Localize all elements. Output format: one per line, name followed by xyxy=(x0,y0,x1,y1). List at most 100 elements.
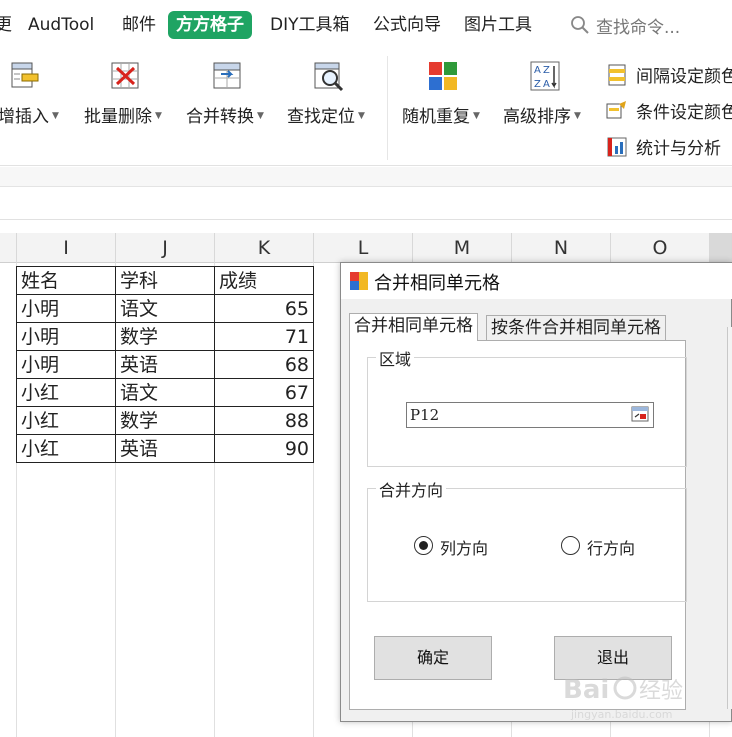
menu-item-fangfanggezi[interactable]: 方方格子 xyxy=(168,11,252,39)
column-header-m[interactable]: M xyxy=(413,233,512,263)
formula-bar[interactable] xyxy=(0,188,732,220)
table-cell[interactable]: 英语 xyxy=(115,434,215,463)
table-cell[interactable]: 65 xyxy=(214,294,314,323)
statistics-icon xyxy=(607,137,627,157)
column-header-n[interactable]: N xyxy=(512,233,611,263)
advanced-sort-icon: A Z Z A xyxy=(530,61,560,91)
table-cell[interactable]: 小红 xyxy=(16,378,116,407)
ribbon: 增插入 ▼ 批量删除 ▼ 合并转换 ▼ 查找定位 ▼ 随机重复 ▼ A Z Z … xyxy=(0,50,732,166)
table-cell[interactable]: 小明 xyxy=(16,322,116,351)
interval-color-icon xyxy=(608,64,626,86)
table-cell[interactable]: 成绩 xyxy=(214,266,314,295)
svg-text:Z: Z xyxy=(534,79,541,90)
table-cell[interactable]: 小红 xyxy=(16,434,116,463)
ribbon-condition-color-button[interactable]: 条件设定颜色 xyxy=(606,98,732,124)
table-cell[interactable]: 67 xyxy=(214,378,314,407)
column-header-row: I J K L M N O xyxy=(0,233,732,263)
dialog-side-panel-edge xyxy=(727,327,732,709)
ribbon-batch-delete-label: 批量删除 xyxy=(84,107,152,127)
table-cell[interactable]: 88 xyxy=(214,406,314,435)
ribbon-merge-convert-button[interactable]: 合并转换 ▼ xyxy=(186,50,278,166)
ribbon-advanced-sort-label: 高级排序 xyxy=(503,107,571,127)
merge-direction-group: 合并方向 列方向 行方向 xyxy=(367,477,687,602)
table-cell[interactable]: 英语 xyxy=(115,350,215,379)
svg-text:经验: 经验 xyxy=(639,679,683,704)
column-header-o[interactable]: O xyxy=(611,233,710,263)
search-icon xyxy=(571,16,589,34)
menu-item-mail[interactable]: 邮件 xyxy=(122,13,156,37)
menu-item-audtool[interactable]: AudTool xyxy=(28,13,94,37)
svg-text:Z: Z xyxy=(543,65,550,76)
chevron-down-icon: ▼ xyxy=(574,111,581,121)
table-cell[interactable]: 学科 xyxy=(115,266,215,295)
merge-same-cells-dialog: 合并相同单元格 合并相同单元格 按条件合并相同单元格 区域 P12 合并方向 列… xyxy=(340,262,732,722)
ribbon-statistics-label: 统计与分析 xyxy=(636,139,721,159)
table-row: 小红 数学 88 xyxy=(16,406,314,435)
column-header-k[interactable]: K xyxy=(215,233,314,263)
table-cell[interactable]: 68 xyxy=(214,350,314,379)
table-row: 小明 英语 68 xyxy=(16,350,314,379)
svg-text:Bai: Bai xyxy=(563,675,609,705)
svg-text:jingyan.baidu.com: jingyan.baidu.com xyxy=(570,708,673,721)
tab-conditional-merge[interactable]: 按条件合并相同单元格 xyxy=(486,315,666,341)
insert-icon xyxy=(11,62,39,88)
ribbon-random-repeat-button[interactable]: 随机重复 ▼ xyxy=(402,50,490,166)
ok-button[interactable]: 确定 xyxy=(374,636,492,680)
chevron-down-icon: ▼ xyxy=(358,111,365,121)
chevron-down-icon: ▼ xyxy=(155,111,162,121)
region-input-value: P12 xyxy=(410,406,440,424)
condition-color-icon xyxy=(606,101,626,119)
formula-strip xyxy=(0,167,732,187)
column-header-partial[interactable] xyxy=(0,233,17,263)
column-header-i[interactable]: I xyxy=(17,233,116,263)
table-row: 小明 语文 65 xyxy=(16,294,314,323)
svg-text:A: A xyxy=(543,79,550,90)
table-cell[interactable]: 语文 xyxy=(115,294,215,323)
table-cell[interactable]: 数学 xyxy=(115,322,215,351)
ribbon-find-locate-button[interactable]: 查找定位 ▼ xyxy=(287,50,379,166)
ribbon-statistics-button[interactable]: 统计与分析 xyxy=(606,134,732,160)
menu-item-more[interactable]: 更 xyxy=(0,13,12,37)
table-cell[interactable]: 姓名 xyxy=(16,266,116,295)
ribbon-find-locate-label: 查找定位 xyxy=(287,107,355,127)
column-header-j[interactable]: J xyxy=(116,233,215,263)
chevron-down-icon: ▼ xyxy=(257,111,264,121)
radio-row-label: 行方向 xyxy=(587,539,636,558)
table-row: 小红 语文 67 xyxy=(16,378,314,407)
table-cell[interactable]: 90 xyxy=(214,434,314,463)
ribbon-condition-color-label: 条件设定颜色 xyxy=(636,103,732,123)
dialog-title-bar[interactable]: 合并相同单元格 xyxy=(341,263,732,299)
table-cell[interactable]: 71 xyxy=(214,322,314,351)
ribbon-insert-button[interactable]: 增插入 ▼ xyxy=(0,50,80,166)
table-cell[interactable]: 小明 xyxy=(16,294,116,323)
chevron-down-icon: ▼ xyxy=(473,111,480,121)
tab-panel: 区域 P12 合并方向 列方向 行方向 确定 退出 xyxy=(349,340,687,710)
ribbon-advanced-sort-button[interactable]: A Z Z A 高级排序 ▼ xyxy=(503,50,595,166)
dialog-title: 合并相同单元格 xyxy=(374,273,500,294)
radio-button-checked[interactable] xyxy=(414,536,433,555)
menu-item-formula-wizard[interactable]: 公式向导 xyxy=(373,13,441,37)
region-group: 区域 P12 xyxy=(367,346,687,467)
batch-delete-icon xyxy=(111,62,139,89)
ribbon-batch-delete-button[interactable]: 批量删除 ▼ xyxy=(84,50,174,166)
region-input[interactable]: P12 xyxy=(406,402,654,428)
radio-button-unchecked[interactable] xyxy=(561,536,580,555)
table-cell[interactable]: 数学 xyxy=(115,406,215,435)
column-header-p-selected[interactable] xyxy=(710,233,732,263)
tab-merge-same-cells[interactable]: 合并相同单元格 xyxy=(349,313,478,341)
svg-text:A: A xyxy=(534,65,541,76)
merge-convert-icon xyxy=(213,62,241,89)
menu-item-picture-tools[interactable]: 图片工具 xyxy=(464,13,532,37)
merge-direction-label: 合并方向 xyxy=(376,477,447,501)
column-header-l[interactable]: L xyxy=(314,233,413,263)
range-picker-icon[interactable] xyxy=(631,406,649,422)
ribbon-interval-color-button[interactable]: 间隔设定颜色 xyxy=(606,62,732,88)
table-row: 小红 英语 90 xyxy=(16,434,314,463)
table-cell[interactable]: 语文 xyxy=(115,378,215,407)
menu-bar: 更 AudTool 邮件 方方格子 DIY工具箱 公式向导 图片工具 查找命令.… xyxy=(0,0,732,50)
data-table: 姓名 学科 成绩 小明 语文 65 小明 数学 71 小明 英语 68 小红 语… xyxy=(16,266,314,463)
table-cell[interactable]: 小明 xyxy=(16,350,116,379)
table-cell[interactable]: 小红 xyxy=(16,406,116,435)
menu-item-diy-toolbox[interactable]: DIY工具箱 xyxy=(270,13,350,37)
ribbon-random-repeat-label: 随机重复 xyxy=(402,107,470,127)
